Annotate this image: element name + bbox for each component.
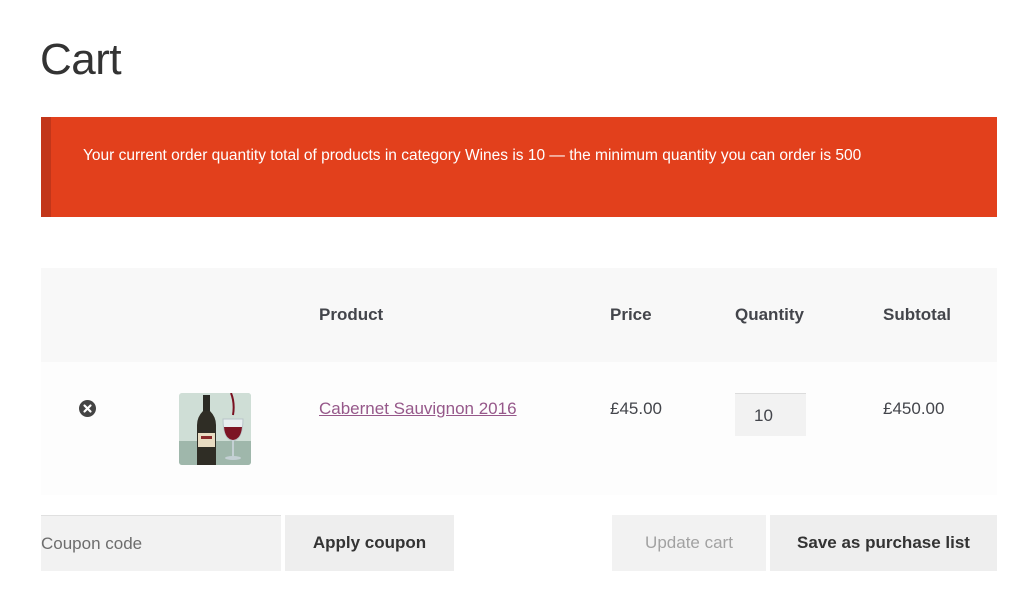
- remove-item-icon[interactable]: [79, 400, 96, 417]
- header-price: Price: [610, 305, 652, 324]
- page-title: Cart: [40, 35, 122, 84]
- update-cart-button[interactable]: Update cart: [612, 515, 766, 571]
- save-purchase-list-button[interactable]: Save as purchase list: [770, 515, 997, 571]
- product-subtotal: £450.00: [883, 399, 945, 418]
- quantity-input[interactable]: [735, 393, 806, 436]
- coupon-code-input[interactable]: [41, 515, 281, 571]
- cart-actions: Apply coupon Update cart Save as purchas…: [41, 515, 997, 571]
- wine-bottle-icon: [179, 393, 251, 465]
- header-quantity: Quantity: [735, 305, 804, 324]
- header-product: Product: [319, 305, 384, 324]
- header-subtotal: Subtotal: [883, 305, 951, 324]
- error-notice-message: Your current order quantity total of pro…: [83, 147, 862, 164]
- product-thumbnail[interactable]: [179, 393, 251, 465]
- error-notice: Your current order quantity total of pro…: [41, 117, 997, 217]
- product-name-link[interactable]: Cabernet Sauvignon 2016: [319, 399, 517, 419]
- apply-coupon-button[interactable]: Apply coupon: [285, 515, 454, 571]
- cart-page: Cart Your current order quantity total o…: [0, 0, 1024, 611]
- product-price: £45.00: [610, 399, 662, 418]
- cart-table: Product Price Quantity Subtotal Cabernet…: [41, 268, 997, 495]
- cart-table-header: Product Price Quantity Subtotal: [41, 268, 997, 362]
